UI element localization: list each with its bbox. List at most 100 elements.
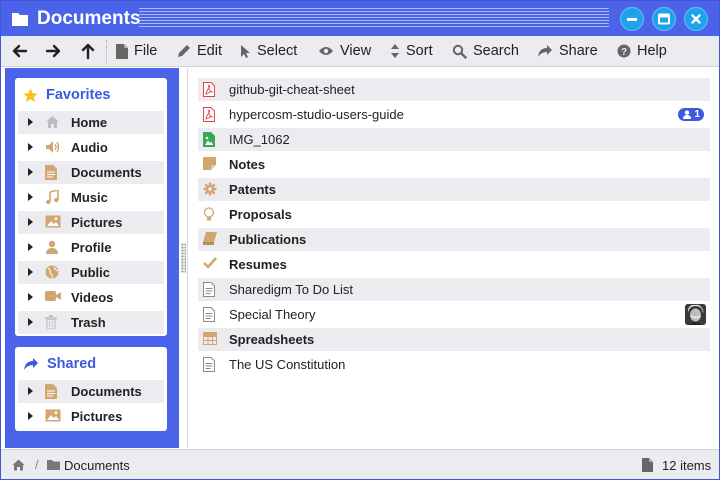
close-icon [691, 14, 701, 24]
list-item[interactable]: Publications [198, 228, 710, 251]
file-name: The US Constitution [229, 357, 346, 372]
sidebar-item-shared-pictures[interactable]: Pictures [18, 405, 164, 428]
sort-menu-button[interactable]: Sort [390, 41, 433, 61]
minimize-icon [627, 18, 637, 21]
list-item[interactable]: Spreadsheets [198, 328, 710, 351]
caret-right-icon[interactable] [28, 412, 33, 420]
sidebar-item-label: Audio [71, 140, 108, 155]
caret-right-icon[interactable] [28, 268, 33, 276]
help-icon: ? [617, 44, 631, 58]
sidebar-resize-handle[interactable] [181, 243, 186, 273]
music-note-icon [46, 190, 59, 204]
arrow-up-icon[interactable] [79, 42, 97, 60]
pdf-icon [203, 82, 215, 97]
arrow-right-icon[interactable] [44, 42, 62, 60]
select-menu-button[interactable]: Select [240, 41, 297, 61]
caret-right-icon[interactable] [28, 318, 33, 326]
globe-icon [45, 265, 59, 279]
share-menu-button[interactable]: Share [537, 41, 598, 61]
edit-menu-button[interactable]: Edit [177, 41, 222, 61]
sidebar-item-music[interactable]: Music [18, 186, 164, 209]
user-icon [683, 110, 691, 119]
shared-header[interactable]: Shared [23, 355, 96, 373]
shared-count-badge[interactable]: 1 [678, 108, 704, 121]
list-item[interactable]: The US Constitution [198, 353, 710, 376]
list-item[interactable]: IMG_1062 [198, 128, 710, 151]
home-icon[interactable] [12, 459, 25, 471]
sidebar-item-public[interactable]: Public [18, 261, 164, 284]
file-name: Special Theory [229, 307, 316, 322]
close-button[interactable] [684, 7, 708, 31]
sidebar-item-label: Documents [71, 384, 142, 399]
file-name: hypercosm-studio-users-guide [229, 107, 404, 122]
book-icon [203, 232, 217, 245]
caret-right-icon[interactable] [28, 193, 33, 201]
title-bar[interactable]: Documents [1, 1, 719, 36]
arrow-left-icon[interactable] [11, 42, 29, 60]
gear-icon [203, 182, 217, 196]
shared-panel: Shared Documents Pictures [15, 347, 167, 431]
pdf-icon [203, 107, 215, 122]
list-item[interactable]: Patents [198, 178, 710, 201]
sidebar-item-documents[interactable]: Documents [18, 161, 164, 184]
favorites-header[interactable]: Favorites [23, 86, 110, 104]
share-icon [24, 358, 38, 370]
status-bar: / Documents 12 items [1, 449, 719, 479]
file-name: IMG_1062 [229, 132, 290, 147]
sidebar-item-label: Videos [71, 290, 114, 305]
sidebar: Favorites Home Audio Documents Music Pic… [5, 68, 179, 448]
caret-right-icon[interactable] [28, 218, 33, 226]
help-menu-button[interactable]: ? Help [617, 41, 667, 61]
view-menu-button[interactable]: View [318, 41, 371, 61]
sidebar-item-videos[interactable]: Videos [18, 286, 164, 309]
view-menu-label: View [340, 43, 372, 59]
caret-right-icon[interactable] [28, 143, 33, 151]
caret-right-icon[interactable] [28, 168, 33, 176]
select-menu-label: Select [257, 43, 298, 59]
caret-right-icon[interactable] [28, 293, 33, 301]
sidebar-item-shared-documents[interactable]: Documents [18, 380, 164, 403]
breadcrumb[interactable]: Documents [64, 458, 130, 473]
folder-name: Patents [229, 182, 276, 197]
caret-right-icon[interactable] [28, 387, 33, 395]
edit-menu-label: Edit [197, 43, 222, 59]
list-item[interactable]: github-git-cheat-sheet [198, 78, 710, 101]
sidebar-item-label: Home [71, 115, 108, 130]
window-title: Documents [37, 8, 141, 29]
sidebar-item-pictures[interactable]: Pictures [18, 211, 164, 234]
sidebar-item-home[interactable]: Home [18, 111, 164, 134]
title-bar-grip[interactable] [139, 8, 609, 29]
shared-count: 1 [694, 109, 700, 120]
list-item[interactable]: Resumes [198, 253, 710, 276]
caret-right-icon[interactable] [28, 243, 33, 251]
share-icon [538, 45, 552, 57]
file-menu-label: File [134, 43, 158, 59]
maximize-button[interactable] [652, 7, 676, 31]
folder-name: Proposals [229, 207, 292, 222]
list-item[interactable]: hypercosm-studio-users-guide 1 [198, 103, 710, 126]
sidebar-item-label: Pictures [71, 215, 123, 230]
sidebar-item-audio[interactable]: Audio [18, 136, 164, 159]
list-item[interactable]: Proposals [198, 203, 710, 226]
file-menu-button[interactable]: File [116, 41, 157, 61]
share-menu-label: Share [559, 43, 598, 59]
list-item[interactable]: Notes [198, 153, 710, 176]
sidebar-item-label: Pictures [71, 409, 123, 424]
caret-right-icon[interactable] [28, 118, 33, 126]
list-item[interactable]: Sharedigm To Do List [198, 278, 710, 301]
image-icon [45, 215, 61, 228]
minimize-button[interactable] [620, 7, 644, 31]
table-icon [203, 332, 217, 345]
document-icon [642, 458, 653, 472]
search-menu-button[interactable]: Search [452, 41, 519, 61]
list-item[interactable]: Special Theory [198, 303, 710, 326]
avatar[interactable] [685, 304, 706, 325]
sidebar-item-trash[interactable]: Trash [18, 311, 164, 334]
search-icon [452, 44, 467, 59]
maximize-icon [658, 13, 670, 25]
home-icon [46, 116, 59, 128]
breadcrumb-separator: / [35, 457, 39, 472]
sidebar-item-profile[interactable]: Profile [18, 236, 164, 259]
file-name: Sharedigm To Do List [229, 282, 354, 297]
toolbar-separator [106, 40, 107, 64]
